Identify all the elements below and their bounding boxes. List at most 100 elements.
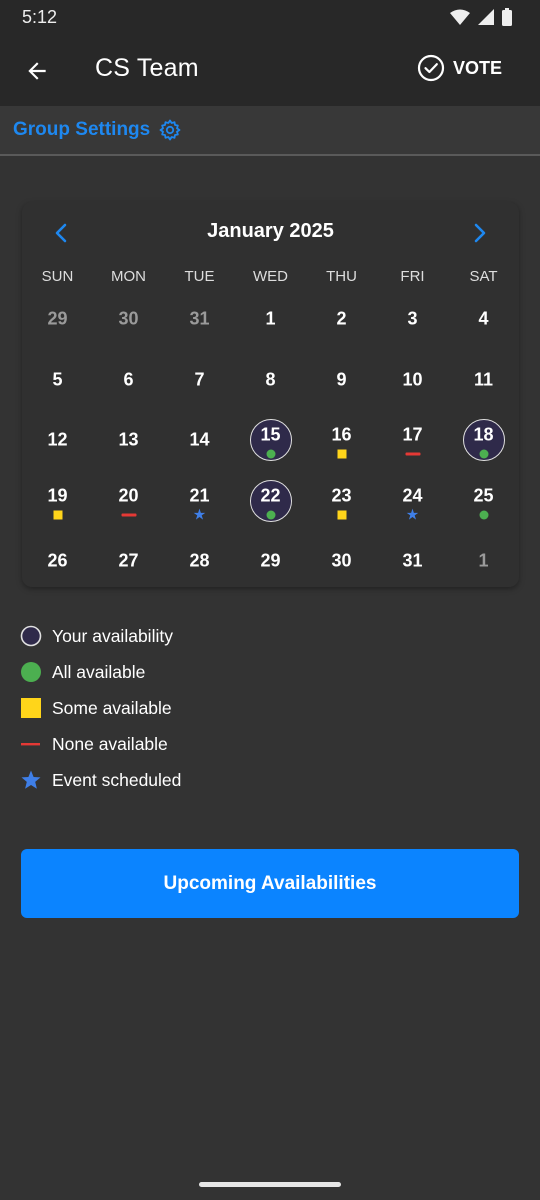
day-number: 28	[189, 550, 210, 571]
none-available-line	[121, 513, 136, 516]
star-icon: ★	[405, 506, 420, 523]
weekday-label: SUN	[41, 268, 74, 285]
calendar-day[interactable]: 8	[235, 358, 306, 419]
calendar-day[interactable]: 1	[448, 539, 519, 600]
day-number: 9	[336, 369, 347, 389]
calendar-day[interactable]: 29	[22, 297, 93, 358]
weekday-label: TUE	[184, 268, 215, 285]
calendar-day[interactable]: 26	[22, 539, 93, 600]
calendar-day[interactable]: 15	[235, 418, 306, 479]
calendar-day[interactable]: 18	[448, 418, 519, 479]
calendar-day[interactable]: 23	[306, 479, 377, 540]
gear-icon	[159, 119, 181, 141]
upcoming-availabilities-button[interactable]: Upcoming Availabilities	[21, 849, 519, 918]
calendar-day[interactable]: 22	[235, 479, 306, 540]
day-number: 16	[331, 424, 352, 445]
chevron-right-icon	[474, 223, 486, 243]
day-number: 27	[118, 550, 139, 571]
back-button[interactable]	[20, 54, 54, 88]
legend-item: None available	[20, 726, 181, 762]
legend-symbol-event	[20, 769, 42, 791]
day-number: 24	[402, 485, 423, 505]
legend-label: All available	[52, 661, 146, 682]
arrow-back-icon	[28, 62, 46, 80]
calendar-day[interactable]: 31	[377, 539, 448, 600]
signal-icon	[478, 9, 494, 25]
calendar-day[interactable]: 6	[93, 358, 164, 419]
weekday-label: FRI	[400, 268, 425, 285]
calendar-day[interactable]: 5	[22, 358, 93, 419]
vote-button[interactable]: VOTE	[417, 54, 502, 82]
calendar-week-row: 29 30 31 1 2 3 4	[22, 297, 519, 358]
calendar-day[interactable]: 19	[22, 479, 93, 540]
day-number: 30	[331, 550, 352, 571]
calendar-day[interactable]: 31	[164, 297, 235, 358]
group-settings-link[interactable]: Group Settings	[0, 106, 540, 156]
day-number: 15	[260, 424, 281, 445]
day-number: 3	[407, 308, 418, 329]
calendar-day[interactable]: 16	[306, 418, 377, 479]
calendar-day[interactable]: 7	[164, 358, 235, 419]
star-icon: ★	[192, 506, 207, 523]
page-title: CS Team	[95, 54, 199, 82]
calendar-day[interactable]: 25	[448, 479, 519, 540]
all-available-dot	[266, 449, 275, 459]
all-available-dot	[479, 449, 488, 459]
status-time: 5:12	[22, 6, 58, 27]
upcoming-availabilities-label: Upcoming Availabilities	[163, 872, 377, 894]
calendar-week-row: 12 13 14 15 16 17 18	[22, 418, 519, 479]
some-available-square	[337, 510, 346, 519]
day-number: 19	[47, 485, 68, 505]
calendar-day[interactable]: 2	[306, 297, 377, 358]
calendar-day[interactable]: 29	[235, 539, 306, 600]
legend-label: Your availability	[52, 625, 173, 646]
calendar-day[interactable]: 30	[306, 539, 377, 600]
day-number: 17	[402, 424, 423, 445]
legend-symbol-your	[20, 625, 42, 647]
all-available-dot	[479, 510, 488, 519]
weekday-label: SAT	[469, 268, 498, 285]
some-available-square	[337, 449, 346, 459]
group-settings-label: Group Settings	[13, 119, 151, 140]
day-number: 10	[402, 369, 423, 389]
calendar-week-row: 19 20 21 ★ 22 23 24 ★ 25	[22, 479, 519, 540]
day-number: 25	[473, 485, 494, 505]
legend-label: Event scheduled	[52, 769, 182, 790]
day-number: 30	[118, 308, 139, 329]
check-circle-icon	[417, 54, 445, 82]
calendar-grid: 29 30 31 1 2 3 4 5 6 7 8 9 10 11 12 13 14 15 16 17 18 19 20 21 ★…	[22, 297, 519, 600]
day-number: 6	[123, 369, 134, 389]
calendar-week-row: 26 27 28 29 30 31 1	[22, 539, 519, 600]
calendar-day[interactable]: 10	[377, 358, 448, 419]
day-number: 29	[47, 308, 68, 329]
day-number: 21	[189, 485, 210, 505]
next-month-button[interactable]	[467, 220, 493, 246]
calendar-day[interactable]: 3	[377, 297, 448, 358]
calendar-day[interactable]: 27	[93, 539, 164, 600]
calendar-day[interactable]: 30	[93, 297, 164, 358]
calendar-week-row: 5 6 7 8 9 10 11	[22, 358, 519, 419]
calendar-day[interactable]: 9	[306, 358, 377, 419]
day-number: 23	[331, 485, 352, 505]
calendar-day[interactable]: 14	[164, 418, 235, 479]
calendar-day[interactable]: 13	[93, 418, 164, 479]
calendar-day[interactable]: 1	[235, 297, 306, 358]
calendar-day[interactable]: 4	[448, 297, 519, 358]
calendar-day[interactable]: 28	[164, 539, 235, 600]
legend-item: Event scheduled	[20, 762, 181, 798]
day-number: 26	[47, 550, 68, 571]
day-number: 31	[402, 550, 423, 571]
calendar-day[interactable]: 17	[377, 418, 448, 479]
calendar-day[interactable]: 24 ★	[377, 479, 448, 540]
day-number: 22	[260, 485, 281, 505]
calendar-day[interactable]: 12	[22, 418, 93, 479]
day-number: 11	[473, 369, 494, 389]
calendar-day[interactable]: 11	[448, 358, 519, 419]
calendar-day[interactable]: 21 ★	[164, 479, 235, 540]
day-number: 5	[52, 369, 63, 389]
day-number: 1	[265, 308, 276, 329]
month-title: January 2025	[207, 220, 334, 242]
weekday-label: THU	[326, 268, 357, 285]
calendar-day[interactable]: 20	[93, 479, 164, 540]
weekday-row: SUN MON TUE WED THU FRI SAT	[22, 268, 519, 285]
